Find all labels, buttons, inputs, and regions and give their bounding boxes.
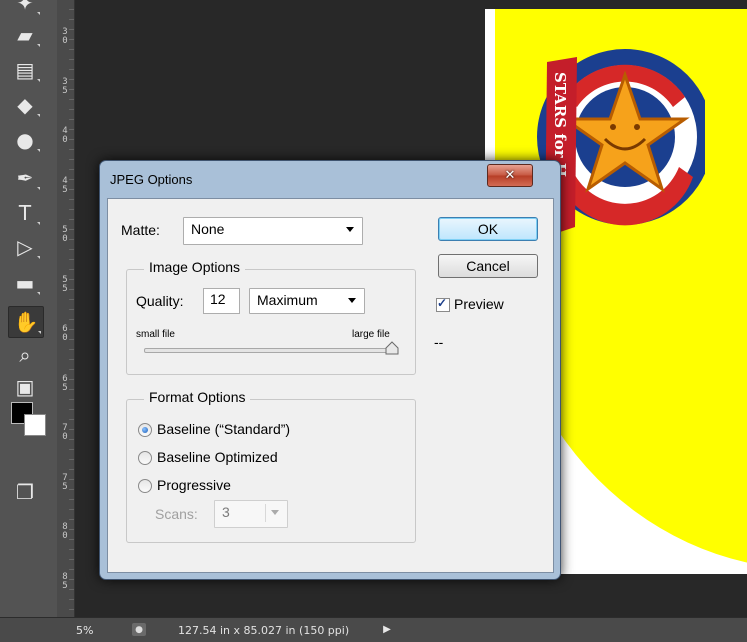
tool-gradient-button[interactable]: ▤ <box>8 55 42 85</box>
ruler-label: 7 5 <box>62 472 68 492</box>
tool-flyout-indicator <box>37 149 40 152</box>
vertical-ruler: 3 0 3 5 4 0 4 5 5 0 5 5 6 0 6 5 7 0 7 5 8 0 8 5 <box>57 0 75 617</box>
ok-button[interactable]: OK <box>438 217 538 241</box>
tool-rectangle-shape-button[interactable]: ▬ <box>8 268 42 298</box>
quality-slider-thumb[interactable] <box>385 341 399 355</box>
format-options-title: Format Options <box>144 389 251 405</box>
dialog-title: JPEG Options <box>110 172 193 187</box>
tool-pen-button[interactable]: ✒ <box>8 163 42 193</box>
tool-blur-drop-button[interactable]: ◆ <box>8 90 42 120</box>
quality-label: Quality: <box>136 293 184 309</box>
tool-quick-mask-button[interactable]: ▣ <box>8 372 42 402</box>
ruler-label: 8 5 <box>62 571 68 591</box>
eraser-icon: ▰ <box>17 23 33 47</box>
dialog-body: Matte: None Image Options Quality: 12 Ma… <box>107 198 554 573</box>
format-radio-2[interactable] <box>138 479 152 493</box>
brush-partial-icon: ✦ <box>16 0 34 15</box>
image-options-title: Image Options <box>144 259 246 275</box>
scans-select[interactable]: 3 <box>214 500 288 528</box>
type-icon: T <box>18 201 32 225</box>
ruler-label: 7 0 <box>62 423 68 442</box>
tool-hand-button[interactable]: ✋ <box>8 306 44 338</box>
ruler-label: 5 5 <box>62 274 68 294</box>
tool-flyout-indicator <box>37 79 40 82</box>
quality-preset-value: Maximum <box>257 292 318 308</box>
ruler-label: 6 5 <box>62 373 68 393</box>
preview-checkbox[interactable]: ✓ <box>436 296 450 312</box>
tool-brush-partial-button[interactable]: ✦ <box>8 0 42 18</box>
ruler-label: 6 0 <box>62 324 68 343</box>
rectangle-shape-icon: ▬ <box>15 271 35 295</box>
quality-slider-track[interactable] <box>144 348 394 353</box>
close-button[interactable]: ✕ <box>487 164 533 187</box>
tool-flyout-indicator <box>37 292 40 295</box>
tool-path-selection-button[interactable]: ▷ <box>8 232 42 262</box>
format-radio-label: Baseline Optimized <box>157 449 278 465</box>
ruler-label: 8 0 <box>62 522 68 541</box>
chevron-down-icon <box>346 227 354 232</box>
hand-icon: ✋ <box>13 310 39 334</box>
background-color-swatch[interactable] <box>24 414 46 436</box>
document-info: 127.54 in x 85.027 in (150 ppi) <box>178 624 350 637</box>
quick-mask-icon: ▣ <box>15 375 35 399</box>
format-radio-0[interactable] <box>138 423 152 437</box>
status-bar: 5% ● 127.54 in x 85.027 in (150 ppi) ▶ <box>0 617 747 642</box>
small-file-label: small file <box>136 329 175 340</box>
preview-label: Preview <box>454 296 504 312</box>
jpeg-options-dialog: JPEG Options ✕ Matte: None Image Options… <box>99 160 561 580</box>
quality-input[interactable]: 12 <box>203 288 240 314</box>
matte-select[interactable]: None <box>183 217 363 245</box>
scans-label: Scans: <box>155 506 198 522</box>
ruler-label: 3 5 <box>62 76 68 96</box>
chevron-down-icon <box>348 298 356 303</box>
scans-select-value: 3 <box>222 504 230 520</box>
blur-drop-icon: ◆ <box>17 93 33 117</box>
dodge-icon: ● <box>16 128 34 152</box>
tool-dodge-button[interactable]: ● <box>8 125 42 155</box>
tool-zoom-button[interactable]: ⌕ <box>8 340 42 370</box>
ruler-label: 3 0 <box>62 27 68 46</box>
tool-screen-mode-button[interactable]: ❐ <box>8 477 42 507</box>
quality-preset-select[interactable]: Maximum <box>249 288 365 314</box>
ruler-label: 4 5 <box>62 175 68 195</box>
checkmark-icon: ✓ <box>437 296 448 310</box>
dialog-titlebar[interactable]: JPEG Options ✕ <box>100 161 560 199</box>
tool-flyout-indicator <box>38 331 41 334</box>
chevron-down-icon <box>271 510 279 515</box>
zoom-level-field[interactable]: 5% <box>76 624 104 637</box>
tool-flyout-indicator <box>37 114 40 117</box>
format-radio-1[interactable] <box>138 451 152 465</box>
tool-flyout-indicator <box>37 44 40 47</box>
tool-flyout-indicator <box>37 222 40 225</box>
matte-label: Matte: <box>121 222 160 238</box>
status-menu-arrow-icon[interactable]: ▶ <box>380 623 394 636</box>
ruler-label: 4 0 <box>62 126 68 145</box>
close-icon: ✕ <box>504 168 516 183</box>
image-options-group <box>126 269 416 375</box>
format-radio-label: Baseline (“Standard”) <box>157 421 291 437</box>
file-size-readout: -- <box>434 334 444 350</box>
tool-type-button[interactable]: T <box>8 198 42 228</box>
cancel-button[interactable]: Cancel <box>438 254 538 278</box>
screen-mode-icon: ❐ <box>16 480 34 504</box>
status-info-icon[interactable]: ● <box>132 623 146 636</box>
tool-flyout-indicator <box>37 187 40 190</box>
format-radio-label: Progressive <box>157 477 231 493</box>
tool-flyout-indicator <box>37 12 40 15</box>
gradient-icon: ▤ <box>15 58 35 82</box>
matte-select-value: None <box>191 221 225 237</box>
pen-icon: ✒ <box>16 166 34 190</box>
tool-eraser-button[interactable]: ▰ <box>8 20 42 50</box>
tools-panel: ✦ ▰ ▤ ◆ ● ✒ T ▷ ▬ ✋ ⌕ ▣ ❐ <box>0 0 58 617</box>
tool-flyout-indicator <box>37 256 40 259</box>
zoom-icon: ⌕ <box>19 343 31 367</box>
ruler-label: 5 0 <box>62 225 68 244</box>
large-file-label: large file <box>352 329 390 340</box>
path-selection-icon: ▷ <box>17 235 33 259</box>
scans-divider <box>265 504 266 522</box>
